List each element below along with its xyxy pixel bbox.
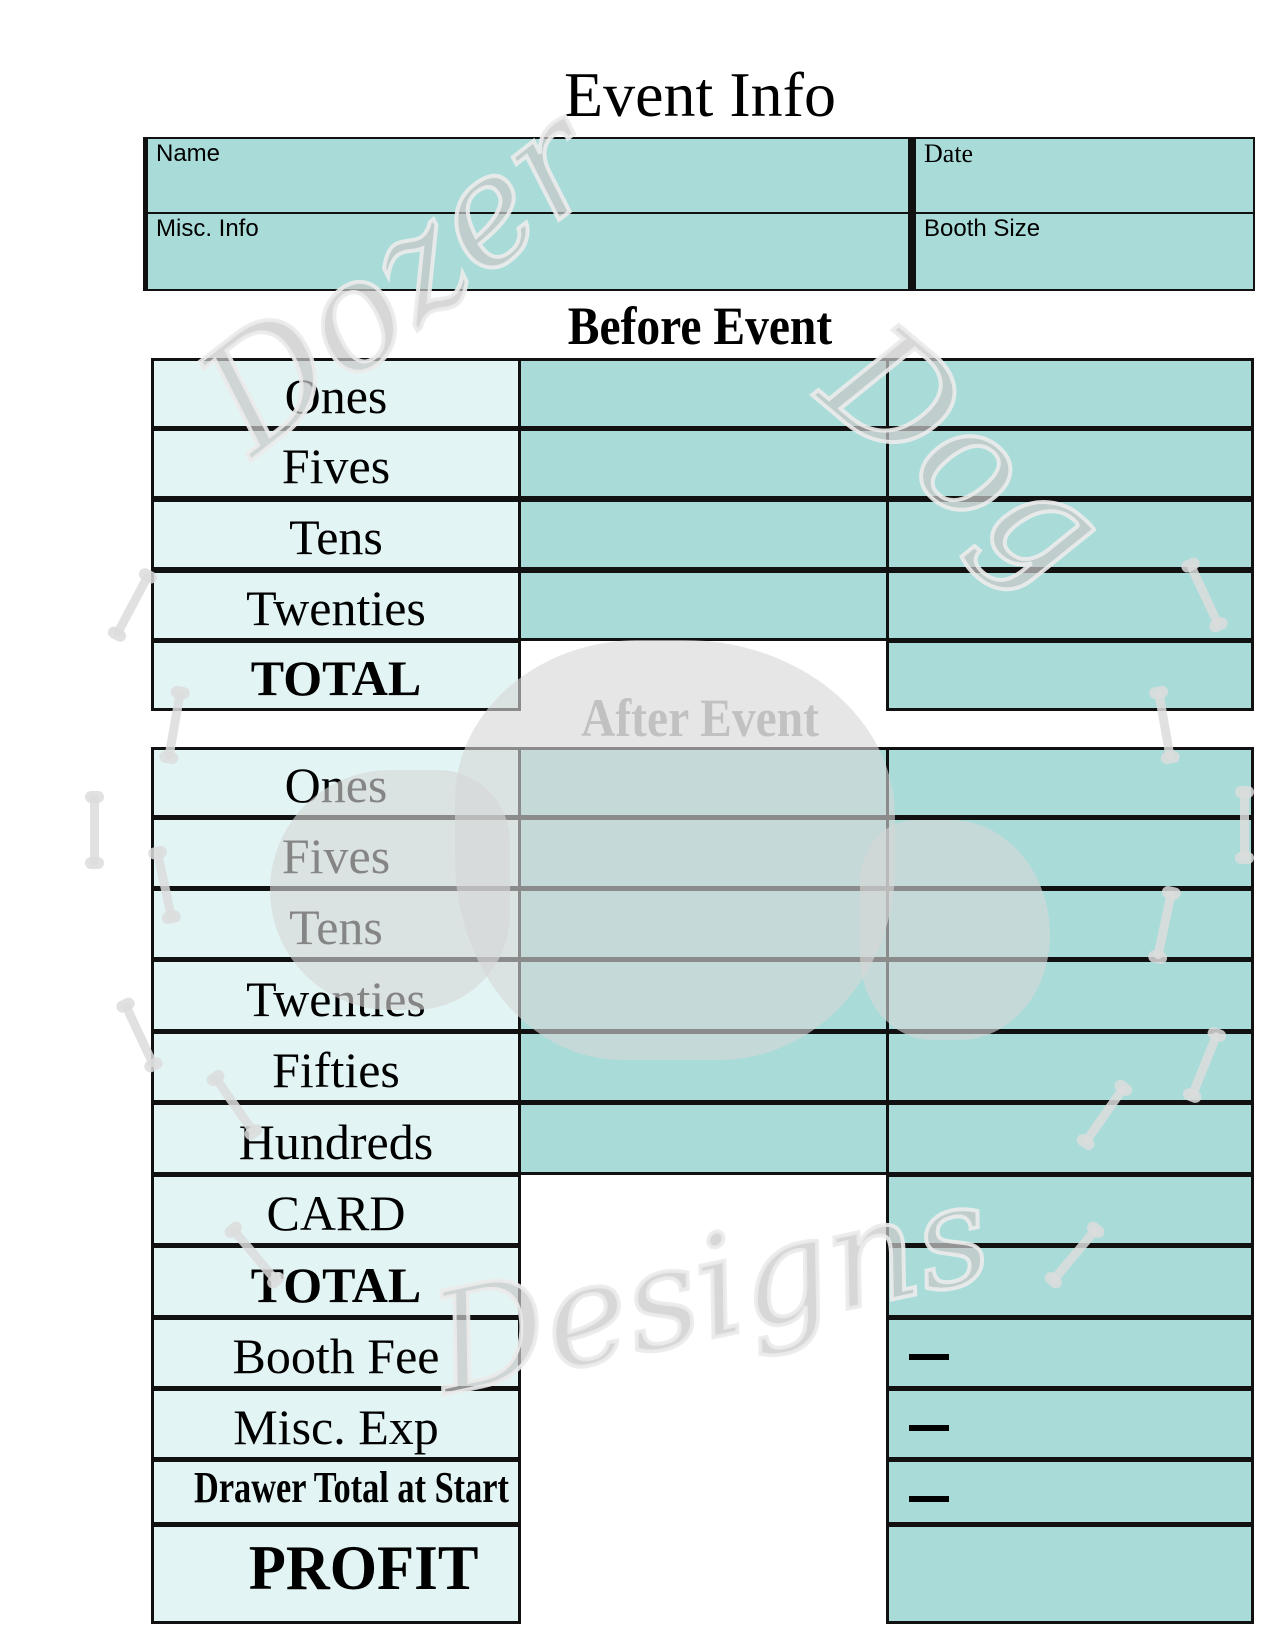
- minus-icon: [909, 1354, 949, 1360]
- page-title: Event Info: [564, 59, 836, 130]
- row-label-cell: Drawer Total at Start: [151, 1459, 521, 1525]
- row-label: Fives: [281, 438, 391, 494]
- row-label-cell: Twenties: [151, 959, 521, 1032]
- count-input[interactable]: [518, 1102, 889, 1175]
- row-label: Fives: [281, 828, 391, 884]
- name-field[interactable]: Name: [143, 137, 913, 214]
- row-label-cell: Hundreds: [151, 1102, 521, 1175]
- row-label-cell: Ones: [151, 358, 521, 429]
- amount-input[interactable]: [886, 428, 1254, 499]
- row-label: Ones: [284, 368, 388, 424]
- amount-input[interactable]: [886, 358, 1254, 429]
- row-label: Hundreds: [238, 1114, 434, 1170]
- amount-input[interactable]: [886, 888, 1254, 960]
- amount-input[interactable]: [886, 1102, 1254, 1175]
- count-input[interactable]: [518, 817, 889, 889]
- row-label: TOTAL: [250, 1257, 422, 1313]
- row-label: Fifties: [272, 1042, 400, 1098]
- amount-input[interactable]: [886, 1031, 1254, 1103]
- row-label-cell: Misc. Exp: [151, 1388, 521, 1460]
- row-label: Tens: [289, 899, 383, 955]
- date-label: Date: [924, 139, 974, 168]
- count-input[interactable]: [518, 747, 889, 818]
- minus-icon: [909, 1425, 949, 1431]
- row-label-cell: Twenties: [151, 570, 521, 641]
- amount-input[interactable]: [886, 817, 1254, 889]
- misc-info-label: Misc. Info: [156, 215, 259, 242]
- row-label: CARD: [266, 1185, 406, 1241]
- booth-size-label: Booth Size: [924, 215, 1041, 242]
- row-label-cell: Booth Fee: [151, 1317, 521, 1389]
- count-input[interactable]: [518, 499, 889, 570]
- date-field[interactable]: Date: [908, 137, 1255, 214]
- after-event-heading: After Event: [581, 688, 819, 748]
- misc-info-field[interactable]: Misc. Info: [143, 212, 913, 291]
- amount-input[interactable]: [886, 1317, 1254, 1389]
- amount-input[interactable]: [886, 1459, 1254, 1525]
- amount-input[interactable]: [886, 1388, 1254, 1460]
- row-label: Twenties: [246, 580, 426, 636]
- amount-input[interactable]: [886, 1174, 1254, 1246]
- row-label: PROFIT: [248, 1532, 479, 1603]
- count-input[interactable]: [518, 1031, 889, 1103]
- before-event-heading: Before Event: [567, 296, 833, 356]
- row-label-cell: Fives: [151, 428, 521, 499]
- amount-input[interactable]: [886, 499, 1254, 570]
- count-input[interactable]: [518, 358, 889, 429]
- row-label: Tens: [289, 509, 383, 565]
- minus-icon: [909, 1496, 949, 1502]
- count-input[interactable]: [518, 959, 889, 1032]
- count-input[interactable]: [518, 428, 889, 499]
- bone-icon: [112, 571, 153, 639]
- row-label-cell: Tens: [151, 499, 521, 570]
- amount-input[interactable]: [886, 1524, 1254, 1624]
- row-label: Ones: [284, 757, 388, 813]
- row-label-cell: Tens: [151, 888, 521, 960]
- row-label-cell: TOTAL: [151, 1245, 521, 1318]
- count-input[interactable]: [518, 888, 889, 960]
- row-label: Booth Fee: [232, 1328, 440, 1384]
- bone-icon: [85, 791, 104, 869]
- row-label-cell: Ones: [151, 747, 521, 818]
- row-label-cell: PROFIT: [151, 1524, 521, 1624]
- row-label: Drawer Total at Start: [194, 1463, 509, 1512]
- row-label-cell: CARD: [151, 1174, 521, 1246]
- row-label: Twenties: [246, 971, 426, 1027]
- row-label: Misc. Exp: [233, 1399, 439, 1455]
- name-label: Name: [156, 140, 221, 167]
- amount-input[interactable]: [886, 959, 1254, 1032]
- row-label-cell: Fives: [151, 817, 521, 889]
- amount-input[interactable]: [886, 747, 1254, 818]
- amount-input[interactable]: [886, 1245, 1254, 1318]
- count-input[interactable]: [518, 570, 889, 641]
- booth-size-field[interactable]: Booth Size: [908, 212, 1255, 291]
- row-label-cell: Fifties: [151, 1031, 521, 1103]
- amount-input[interactable]: [886, 570, 1254, 641]
